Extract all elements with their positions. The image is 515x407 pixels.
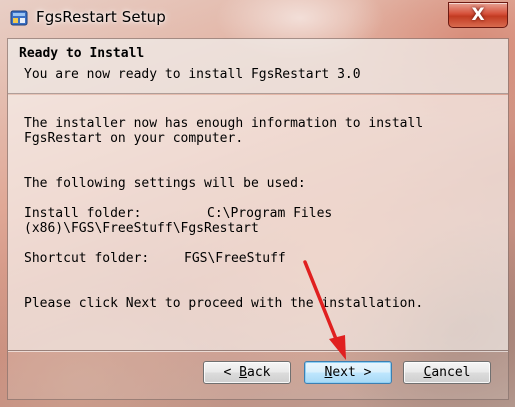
proceed-instruction: Please click Next to proceed with the in…	[24, 296, 424, 311]
install-folder-label: Install folder:	[24, 206, 142, 221]
installer-app-icon	[10, 10, 28, 26]
page-title: Ready to Install	[19, 46, 145, 61]
wizard-client-area: Ready to Install You are now ready to in…	[7, 38, 509, 400]
wizard-header: Ready to Install You are now ready to in…	[8, 39, 508, 94]
settings-heading: The following settings will be used:	[24, 176, 306, 191]
shortcut-folder-label: Shortcut folder:	[24, 251, 150, 266]
wizard-body: The installer now has enough information…	[8, 95, 508, 350]
button-separator	[8, 350, 508, 352]
title-bar: FgsRestart Setup X	[0, 0, 515, 38]
intro-text-line-1: The installer now has enough information…	[24, 116, 424, 131]
close-button[interactable]: X	[448, 2, 508, 28]
install-folder-value: C:\Program Files	[207, 206, 333, 221]
install-folder-value-continued: (x86)\FGS\FreeStuff\FgsRestart	[24, 221, 259, 236]
close-icon: X	[471, 5, 485, 25]
page-subtitle: You are now ready to install FgsRestart …	[24, 67, 361, 82]
intro-text-line-2: FgsRestart on your computer.	[24, 131, 244, 146]
window-title: FgsRestart Setup	[36, 8, 166, 26]
back-hotkey: B	[239, 365, 247, 380]
shortcut-folder-value: FGS\FreeStuff	[184, 251, 286, 266]
next-button[interactable]: Next >	[304, 361, 392, 384]
cancel-button[interactable]: Cancel	[403, 361, 491, 384]
back-button[interactable]: < Back	[203, 361, 291, 384]
